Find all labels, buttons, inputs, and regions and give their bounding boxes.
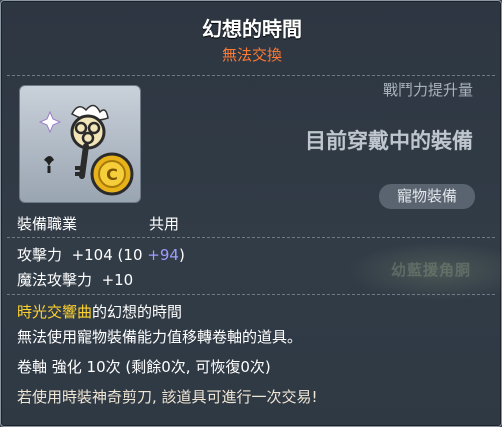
combat-power-increase-label: 戰鬥力提升量 xyxy=(382,81,473,99)
divider-top xyxy=(7,75,495,76)
job-label: 裝備職業 xyxy=(17,215,78,233)
description-line-2: 無法使用寵物裝備能力值移轉卷軸的道具。 xyxy=(17,328,303,346)
set-suffix: 的幻想的時間 xyxy=(92,303,183,321)
currently-equipped-text: 目前穿戴中的裝備 xyxy=(305,129,473,153)
background-ghost-text: 幼藍援角胴 xyxy=(391,261,472,279)
scroll-upgrade-info: 卷軸 強化 10次 (剩餘0次, 可恢復0次) xyxy=(17,358,271,376)
attack-close: ) xyxy=(178,246,185,264)
category-badge: 寵物裝備 xyxy=(379,184,475,209)
scissors-trade-notice: 若使用時裝神奇剪刀, 該道具可進行一次交易! xyxy=(17,388,318,406)
item-name: 幻想的時間 xyxy=(202,17,302,41)
job-value: 共用 xyxy=(149,215,180,233)
magic-attack-value: +10 xyxy=(101,271,134,289)
attack-stat-row: 攻擊力 +104 (10 +94) xyxy=(17,244,185,265)
item-tooltip: 幼藍援角胴 幻想的時間 無法交換 C 戰鬥力提升量 目前穿戴中的裝備 寵物裝備 … xyxy=(0,0,502,427)
set-description-row: 時光交響曲的幻想的時間 xyxy=(17,301,182,322)
attack-bonus: +94 xyxy=(147,246,179,264)
divider-lower xyxy=(7,294,495,295)
trade-status: 無法交換 xyxy=(221,46,282,64)
key-with-gold-coin-icon: C xyxy=(38,104,134,196)
divider-middle xyxy=(7,237,495,238)
item-icon-frame: C xyxy=(19,85,141,203)
attack-base: (10 xyxy=(117,246,143,264)
set-name: 時光交響曲 xyxy=(17,303,93,321)
attack-total: +104 xyxy=(71,246,113,264)
magic-attack-stat-row: 魔法攻擊力 +10 xyxy=(17,269,133,290)
magic-attack-label: 魔法攻擊力 xyxy=(17,271,93,289)
svg-text:C: C xyxy=(106,165,118,184)
attack-label: 攻擊力 xyxy=(17,246,63,264)
